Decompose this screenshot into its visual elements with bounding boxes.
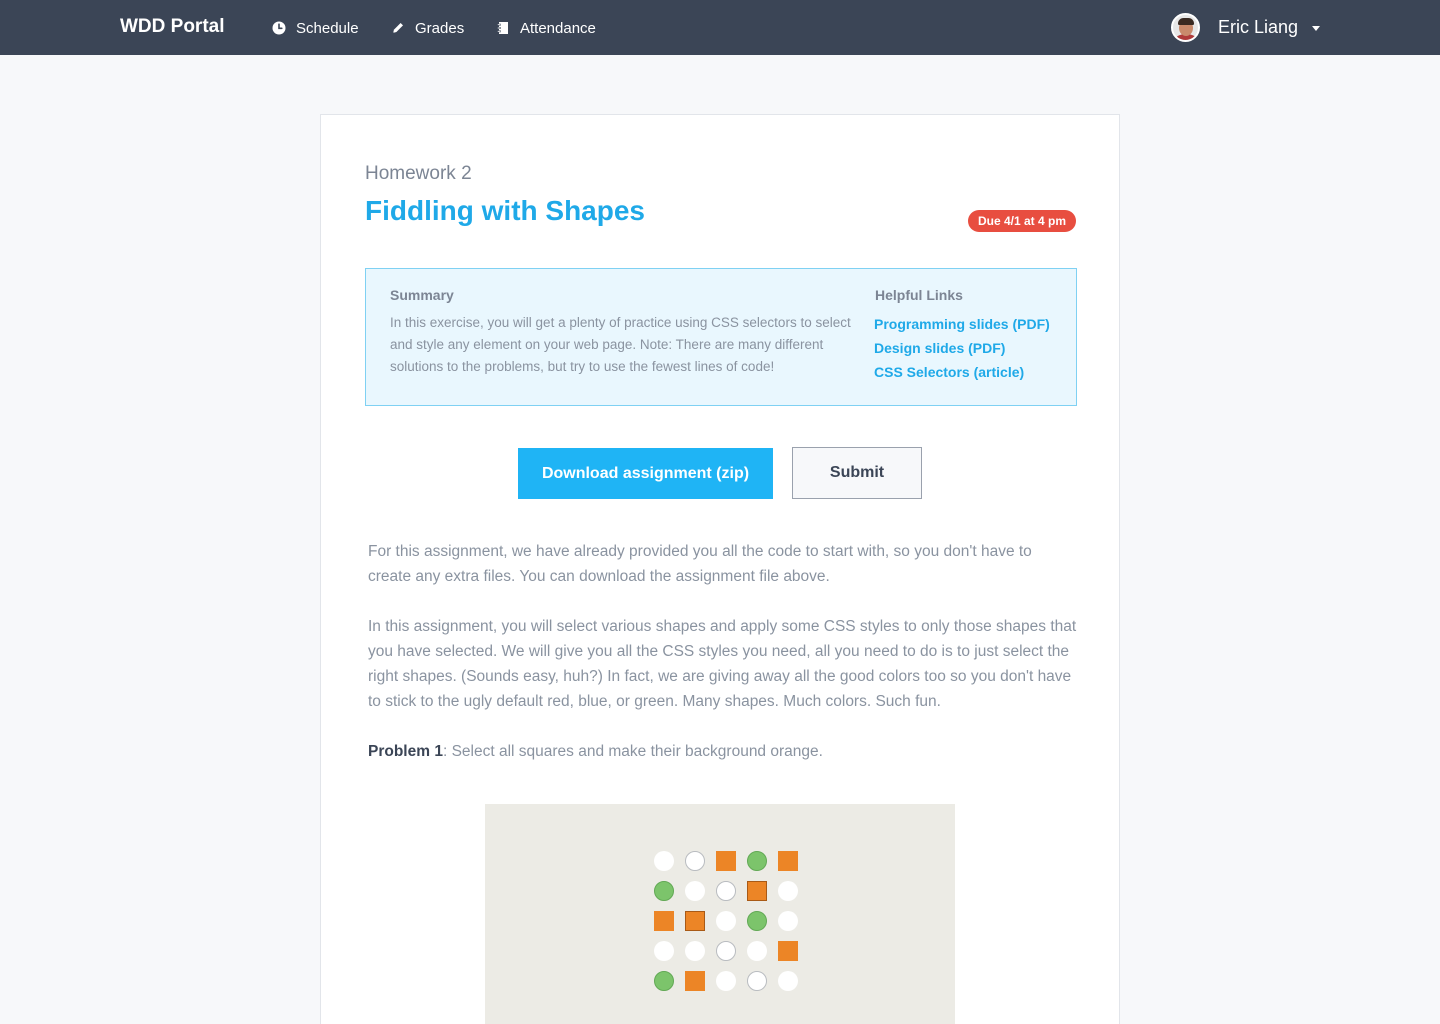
circle-shape (654, 941, 674, 961)
summary-heading: Summary (390, 287, 454, 303)
summary-panel: Summary In this exercise, you will get a… (365, 268, 1077, 406)
chevron-down-icon (1312, 26, 1320, 31)
circle-shape (716, 911, 736, 931)
square-shape (778, 851, 798, 871)
user-name: Eric Liang (1217, 16, 1298, 37)
circle-shape (654, 851, 674, 871)
circle-shape (685, 851, 705, 871)
nav-link-schedule[interactable]: Schedule (272, 18, 359, 38)
nav-link-label: Attendance (520, 19, 596, 37)
brand-logo[interactable]: WDD Portal (120, 16, 225, 38)
user-menu[interactable]: Eric Liang (1170, 12, 1320, 42)
nav-link-grades[interactable]: Grades (391, 18, 464, 38)
summary-text: In this exercise, you will get a plenty … (390, 315, 851, 374)
problem-label: Problem 1 (368, 743, 443, 760)
link-css-selectors-article[interactable]: CSS Selectors (article) (874, 360, 1050, 384)
notebook-icon (496, 21, 510, 35)
avatar (1170, 12, 1200, 42)
circle-shape (747, 941, 767, 961)
problem-text: : Select all squares and make their back… (442, 743, 823, 760)
link-design-slides[interactable]: Design slides (PDF) (874, 336, 1050, 360)
nav-link-label: Grades (415, 19, 465, 37)
circle-shape (654, 971, 674, 991)
due-date-badge: Due 4/1 at 4 pm (967, 210, 1076, 232)
square-shape (685, 971, 705, 991)
circle-shape (654, 881, 674, 901)
shape-preview (485, 804, 955, 1024)
homework-label: Homework 2 (365, 163, 472, 184)
intro-paragraph: For this assignment, we have already pro… (368, 543, 1032, 585)
top-navbar: WDD Portal Schedule Grades Attendance Er… (0, 0, 1440, 55)
square-shape (778, 941, 798, 961)
assignment-card: Homework 2 Fiddling with Shapes Due 4/1 … (320, 114, 1120, 1024)
helpful-links-heading: Helpful Links (875, 287, 963, 303)
clock-icon (272, 21, 286, 35)
square-shape (716, 851, 736, 871)
square-shape (654, 911, 674, 931)
circle-shape (716, 941, 736, 961)
circle-shape (747, 851, 767, 871)
submit-button[interactable]: Submit (792, 447, 922, 499)
circle-shape (747, 911, 767, 931)
page-title: Fiddling with Shapes (365, 195, 645, 226)
square-shape (685, 911, 705, 931)
circle-shape (778, 971, 798, 991)
shape-grid (654, 851, 798, 991)
nav-link-attendance[interactable]: Attendance (496, 18, 596, 38)
circle-shape (716, 881, 736, 901)
circle-shape (778, 881, 798, 901)
nav-link-label: Schedule (296, 19, 359, 37)
circle-shape (778, 911, 798, 931)
circle-shape (685, 881, 705, 901)
square-shape (747, 881, 767, 901)
circle-shape (747, 971, 767, 991)
helpful-links-list: Programming slides (PDF) Design slides (… (874, 312, 1050, 384)
problem-statement: Problem 1: Select all squares and make t… (368, 739, 1078, 764)
circle-shape (685, 941, 705, 961)
instructions-paragraph: In this assignment, you will select vari… (368, 618, 1077, 710)
link-programming-slides[interactable]: Programming slides (PDF) (874, 312, 1050, 336)
circle-shape (716, 971, 736, 991)
pencil-icon (391, 21, 405, 35)
download-assignment-button[interactable]: Download assignment (zip) (518, 448, 773, 499)
